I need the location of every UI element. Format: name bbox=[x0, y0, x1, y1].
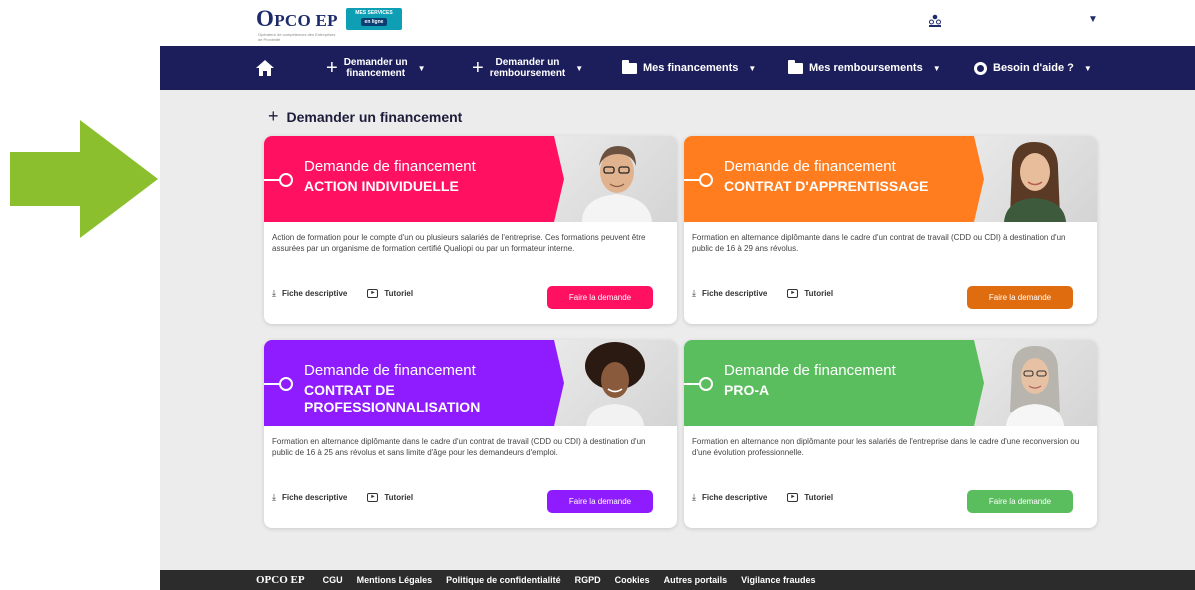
tutoriel-link[interactable]: Tutoriel bbox=[804, 493, 833, 502]
fiche-descriptive-link[interactable]: Fiche descriptive bbox=[282, 289, 347, 298]
lifebuoy-icon bbox=[974, 61, 987, 75]
card-title-line1: Demande de financement bbox=[724, 362, 896, 379]
fiche-descriptive-link[interactable]: Fiche descriptive bbox=[282, 493, 347, 502]
card-actions: ⤓ Fiche descriptive ▸ Tutoriel bbox=[272, 492, 413, 503]
download-icon: ⤓ bbox=[272, 492, 276, 502]
main-nav: + Demander un financement ▼ + Demander un… bbox=[160, 46, 1195, 90]
card-description: Formation en alternance non diplômante p… bbox=[692, 437, 1080, 457]
card-title-line2: ACTION INDIVIDUELLE bbox=[304, 178, 459, 194]
footer-link-mentions[interactable]: Mentions Légales bbox=[357, 575, 433, 585]
curly-hair-woman-photo bbox=[552, 340, 677, 426]
play-icon: ▸ bbox=[367, 493, 379, 502]
play-icon: ▸ bbox=[787, 289, 799, 298]
nav-label: Mes remboursements bbox=[809, 62, 923, 74]
circle-marker-icon bbox=[279, 377, 293, 391]
download-icon: ⤓ bbox=[272, 288, 276, 298]
footer-link-vigilance[interactable]: Vigilance fraudes bbox=[741, 575, 815, 585]
logo-subtitle: Opérateur de compétences des Entreprises… bbox=[258, 32, 336, 42]
nav-label: financement bbox=[346, 68, 406, 79]
folder-icon bbox=[622, 59, 637, 74]
chevron-down-icon: ▼ bbox=[1083, 63, 1092, 73]
tutoriel-link[interactable]: Tutoriel bbox=[804, 289, 833, 298]
grey-hair-woman-photo bbox=[972, 340, 1097, 426]
card-actions: ⤓ Fiche descriptive ▸ Tutoriel bbox=[692, 288, 833, 299]
card-title-line1: Demande de financement bbox=[304, 158, 476, 175]
footer: OPCO EP CGU Mentions Légales Politique d… bbox=[160, 570, 1195, 590]
card-title-line2: PRO-A bbox=[724, 382, 770, 398]
app-screen: OPCO EP Opérateur de compétences des Ent… bbox=[160, 0, 1195, 590]
home-icon[interactable] bbox=[256, 46, 274, 90]
top-bar: OPCO EP Opérateur de compétences des Ent… bbox=[160, 0, 1195, 46]
nav-besoin-aide[interactable]: Besoin d'aide ? ▼ bbox=[974, 46, 1092, 90]
nav-demander-financement[interactable]: + Demander un financement ▼ bbox=[326, 46, 426, 90]
nav-label: Besoin d'aide ? bbox=[993, 62, 1074, 74]
circle-marker-icon bbox=[699, 173, 713, 187]
man-glasses-photo bbox=[552, 136, 677, 222]
section-title-text: Demander un financement bbox=[286, 108, 463, 125]
download-icon: ⤓ bbox=[692, 288, 696, 298]
chevron-down-icon: ▼ bbox=[748, 63, 757, 73]
footer-link-cookies[interactable]: Cookies bbox=[615, 575, 650, 585]
chevron-down-icon: ▼ bbox=[575, 63, 584, 73]
en-ligne-label: en ligne bbox=[361, 18, 387, 26]
card-description: Formation en alternance diplômante dans … bbox=[272, 437, 646, 457]
tutoriel-link[interactable]: Tutoriel bbox=[384, 493, 413, 502]
mes-services-label: MES SERVICES bbox=[355, 10, 393, 16]
nav-mes-financements[interactable]: Mes financements ▼ bbox=[622, 46, 756, 90]
chevron-down-icon: ▼ bbox=[417, 63, 426, 73]
faire-la-demande-button[interactable]: Faire la demande bbox=[547, 490, 653, 513]
plus-icon: + bbox=[268, 106, 279, 126]
users-icon[interactable] bbox=[928, 14, 942, 28]
card-header: Demande de financement ACTION INDIVIDUEL… bbox=[264, 136, 677, 222]
tutoriel-link[interactable]: Tutoriel bbox=[384, 289, 413, 298]
plus-icon: + bbox=[472, 56, 484, 79]
card-header: Demande de financement CONTRAT DE PROFES… bbox=[264, 340, 677, 426]
footer-logo[interactable]: OPCO EP bbox=[256, 574, 305, 586]
faire-la-demande-button[interactable]: Faire la demande bbox=[967, 286, 1073, 309]
download-icon: ⤓ bbox=[692, 492, 696, 502]
section-title: + Demander un financement bbox=[268, 106, 462, 127]
play-icon: ▸ bbox=[787, 493, 799, 502]
footer-link-portails[interactable]: Autres portails bbox=[664, 575, 728, 585]
nav-label: Mes financements bbox=[643, 62, 739, 74]
faire-la-demande-button[interactable]: Faire la demande bbox=[547, 286, 653, 309]
nav-label: Demander un bbox=[495, 57, 560, 68]
opco-ep-logo[interactable]: OPCO EP Opérateur de compétences des Ent… bbox=[256, 6, 338, 42]
logo-text: PCO EP bbox=[274, 11, 338, 30]
card-description: Action de formation pour le compte d'un … bbox=[272, 233, 646, 253]
young-woman-photo bbox=[972, 136, 1097, 222]
play-icon: ▸ bbox=[367, 289, 379, 298]
nav-label: remboursement bbox=[489, 68, 566, 79]
circle-marker-icon bbox=[279, 173, 293, 187]
card-actions: ⤓ Fiche descriptive ▸ Tutoriel bbox=[272, 288, 413, 299]
card-title-line2: CONTRAT D'APPRENTISSAGE bbox=[724, 178, 929, 194]
user-menu-caret-icon[interactable]: ▼ bbox=[1088, 14, 1098, 25]
circle-marker-icon bbox=[699, 377, 713, 391]
card-action-individuelle: Demande de financement ACTION INDIVIDUEL… bbox=[264, 136, 677, 324]
fiche-descriptive-link[interactable]: Fiche descriptive bbox=[702, 493, 767, 502]
footer-link-confidentialite[interactable]: Politique de confidentialité bbox=[446, 575, 561, 585]
card-title-line2: CONTRAT DE PROFESSIONNALISATION bbox=[304, 382, 481, 415]
nav-mes-remboursements[interactable]: Mes remboursements ▼ bbox=[788, 46, 941, 90]
fiche-descriptive-link[interactable]: Fiche descriptive bbox=[702, 289, 767, 298]
footer-link-cgu[interactable]: CGU bbox=[323, 575, 343, 585]
mes-services-badge[interactable]: MES SERVICES en ligne bbox=[346, 8, 402, 30]
card-title-line1: Demande de financement bbox=[724, 158, 896, 175]
nav-label: Demander un bbox=[343, 57, 408, 68]
green-arrow-icon bbox=[10, 120, 158, 238]
chevron-down-icon: ▼ bbox=[932, 63, 941, 73]
card-actions: ⤓ Fiche descriptive ▸ Tutoriel bbox=[692, 492, 833, 503]
faire-la-demande-button[interactable]: Faire la demande bbox=[967, 490, 1073, 513]
plus-icon: + bbox=[326, 56, 338, 79]
card-contrat-professionnalisation: Demande de financement CONTRAT DE PROFES… bbox=[264, 340, 677, 528]
card-description: Formation en alternance diplômante dans … bbox=[692, 233, 1066, 253]
card-pro-a: Demande de financement PRO-A Formation e… bbox=[684, 340, 1097, 528]
footer-link-rgpd[interactable]: RGPD bbox=[575, 575, 601, 585]
folder-icon bbox=[788, 59, 803, 74]
card-contrat-apprentissage: Demande de financement CONTRAT D'APPRENT… bbox=[684, 136, 1097, 324]
nav-demander-remboursement[interactable]: + Demander un remboursement ▼ bbox=[472, 46, 583, 90]
card-title-line1: Demande de financement bbox=[304, 362, 476, 379]
card-header: Demande de financement CONTRAT D'APPRENT… bbox=[684, 136, 1097, 222]
card-header: Demande de financement PRO-A bbox=[684, 340, 1097, 426]
